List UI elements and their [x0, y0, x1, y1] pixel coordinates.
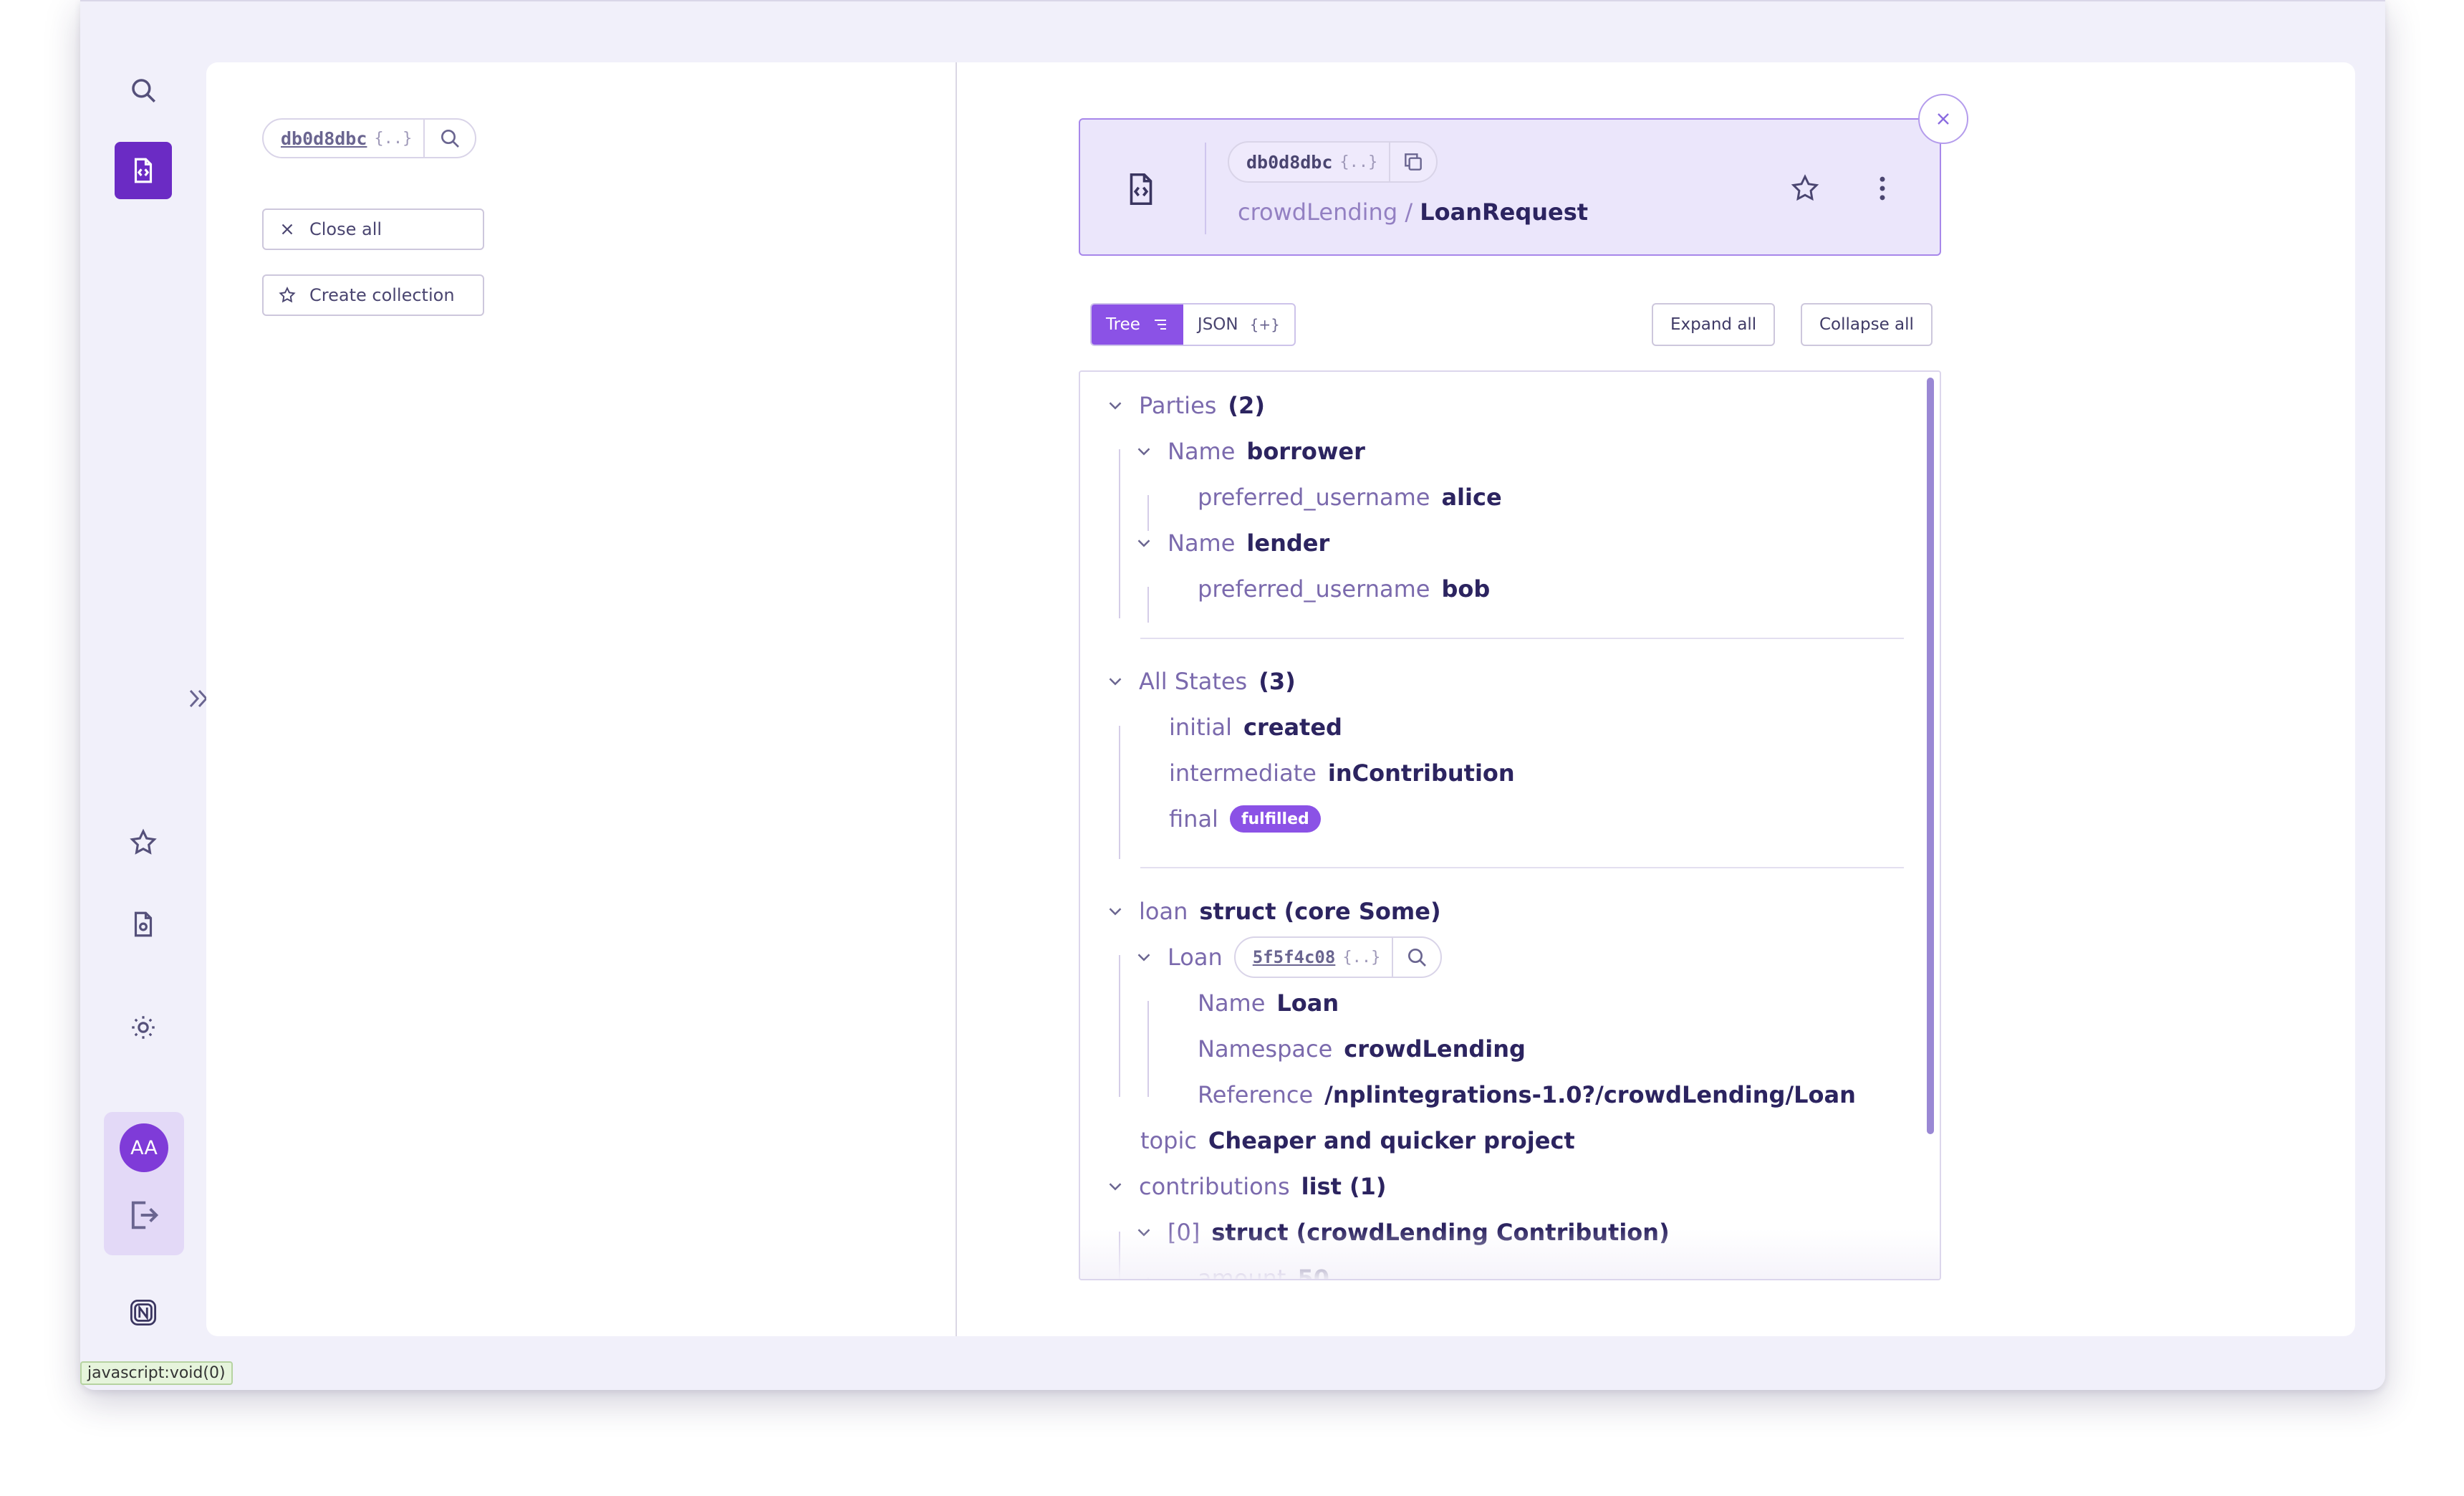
sun-icon [132, 1016, 155, 1039]
tree-leaf: preferred_username alice [1198, 484, 1502, 511]
create-collection-label: Create collection [309, 285, 455, 305]
logo-icon [130, 1299, 157, 1326]
expand-all-button[interactable]: Expand all [1652, 303, 1776, 346]
chevron-down-icon [1109, 402, 1122, 410]
collapse-all-button[interactable]: Collapse all [1801, 303, 1933, 346]
document-id: db0d8dbc [1246, 151, 1333, 173]
more-options-icon[interactable] [1867, 173, 1898, 204]
json-brace-icon: {..} [1339, 153, 1378, 171]
tree-leaf: final fulfilled [1169, 801, 1321, 837]
chevron-down-icon [1109, 678, 1122, 686]
document-tree: Parties (2) Name borrower preferred_userna… [1079, 370, 1941, 1280]
tree-leaf: preferred_username bob [1198, 575, 1491, 603]
tree-node-lender[interactable]: Name lender [1133, 525, 1329, 561]
status-badge: fulfilled [1229, 805, 1321, 833]
chevron-down-icon [1137, 954, 1150, 962]
chevron-down-icon [1109, 1183, 1122, 1191]
tree-leaf: Namespace crowdLending [1198, 1035, 1526, 1063]
loan-id-chip: 5f5f4c08 {..} [1233, 936, 1443, 978]
audit-nav-button[interactable] [115, 896, 172, 953]
search-nav-button[interactable] [115, 62, 172, 119]
tree-leaf: Reference/nplintegrations-1.0?/crowdLend… [1198, 1081, 1856, 1108]
view-toggle: Tree JSON {+} [1090, 303, 1296, 346]
star-icon [279, 287, 296, 303]
tree-node-loan[interactable]: loan struct (core Some) [1105, 893, 1441, 929]
tree-node-parties[interactable]: Parties (2) [1105, 388, 1265, 423]
close-all-label: Close all [309, 219, 382, 239]
page-title: LoanRequest [1420, 198, 1589, 226]
chevron-down-icon [1137, 448, 1150, 456]
json-brace-icon: {..} [1342, 948, 1381, 967]
close-icon [281, 224, 293, 235]
document-id-chip: db0d8dbc {..} [1228, 141, 1438, 183]
favorites-nav-button[interactable] [115, 814, 172, 871]
loan-id-link[interactable]: 5f5f4c08 [1236, 938, 1343, 977]
copy-icon [1405, 153, 1423, 171]
tree-node-contributions[interactable]: contributions list (1) [1105, 1169, 1387, 1204]
favorite-star-icon[interactable] [1789, 173, 1821, 204]
search-icon [132, 79, 155, 102]
main-card: db0d8dbc {..} Close all Create collectio… [206, 62, 2355, 1336]
status-bar-url: javascript:void(0) [80, 1361, 233, 1385]
breadcrumb: crowdLending / LoanRequest [1238, 198, 1589, 226]
chevron-down-icon [1109, 908, 1122, 916]
chip-search-button[interactable] [425, 120, 475, 157]
tree-list-icon [1154, 320, 1166, 330]
user-menu: AA [104, 1112, 184, 1255]
panel-divider [956, 62, 957, 1336]
chevron-down-icon [1137, 540, 1150, 547]
document-code-icon [1130, 173, 1152, 206]
copy-id-button[interactable] [1390, 143, 1436, 181]
tab-tree[interactable]: Tree [1092, 305, 1183, 345]
tree-node-borrower[interactable]: Name borrower [1133, 433, 1365, 469]
app-window: AA db0d8dbc {..} Close all Create collec… [80, 0, 2385, 1390]
close-document-button[interactable] [1918, 94, 1968, 144]
tree-leaf: intermediate inContribution [1169, 759, 1515, 787]
search-icon [1408, 949, 1427, 967]
json-brace-icon: {..} [374, 129, 413, 148]
tree-leaf: Name Loan [1198, 989, 1339, 1017]
app-logo [115, 1284, 172, 1341]
tree-node-loan-ref[interactable]: Loan 5f5f4c08 {..} [1133, 936, 1443, 978]
avatar[interactable]: AA [120, 1123, 168, 1172]
tree-node-all-states[interactable]: All States (3) [1105, 663, 1296, 699]
document-code-icon [134, 158, 153, 183]
close-all-button[interactable]: Close all [262, 208, 484, 250]
document-id-chip: db0d8dbc {..} [262, 118, 477, 158]
logout-icon[interactable] [125, 1197, 163, 1234]
star-icon [130, 828, 157, 855]
document-id-link[interactable]: db0d8dbc [264, 120, 374, 157]
create-collection-button[interactable]: Create collection [262, 274, 484, 316]
theme-toggle-button[interactable] [115, 999, 172, 1056]
document-settings-icon [134, 911, 153, 937]
search-icon [441, 130, 460, 148]
tree-leaf: topic Cheaper and quicker project [1140, 1127, 1575, 1154]
scrollbar[interactable] [1927, 378, 1934, 1134]
close-icon [1938, 113, 1949, 125]
breadcrumb-namespace[interactable]: crowdLending [1238, 198, 1397, 226]
loan-search-button[interactable] [1393, 938, 1440, 977]
tab-json[interactable]: JSON {+} [1183, 305, 1294, 345]
document-header: db0d8dbc {..} crowdLending / LoanRequest [1079, 118, 1941, 256]
documents-nav-button[interactable] [115, 142, 172, 199]
tree-leaf: initial created [1169, 714, 1342, 741]
json-plus-icon: {+} [1249, 316, 1280, 333]
